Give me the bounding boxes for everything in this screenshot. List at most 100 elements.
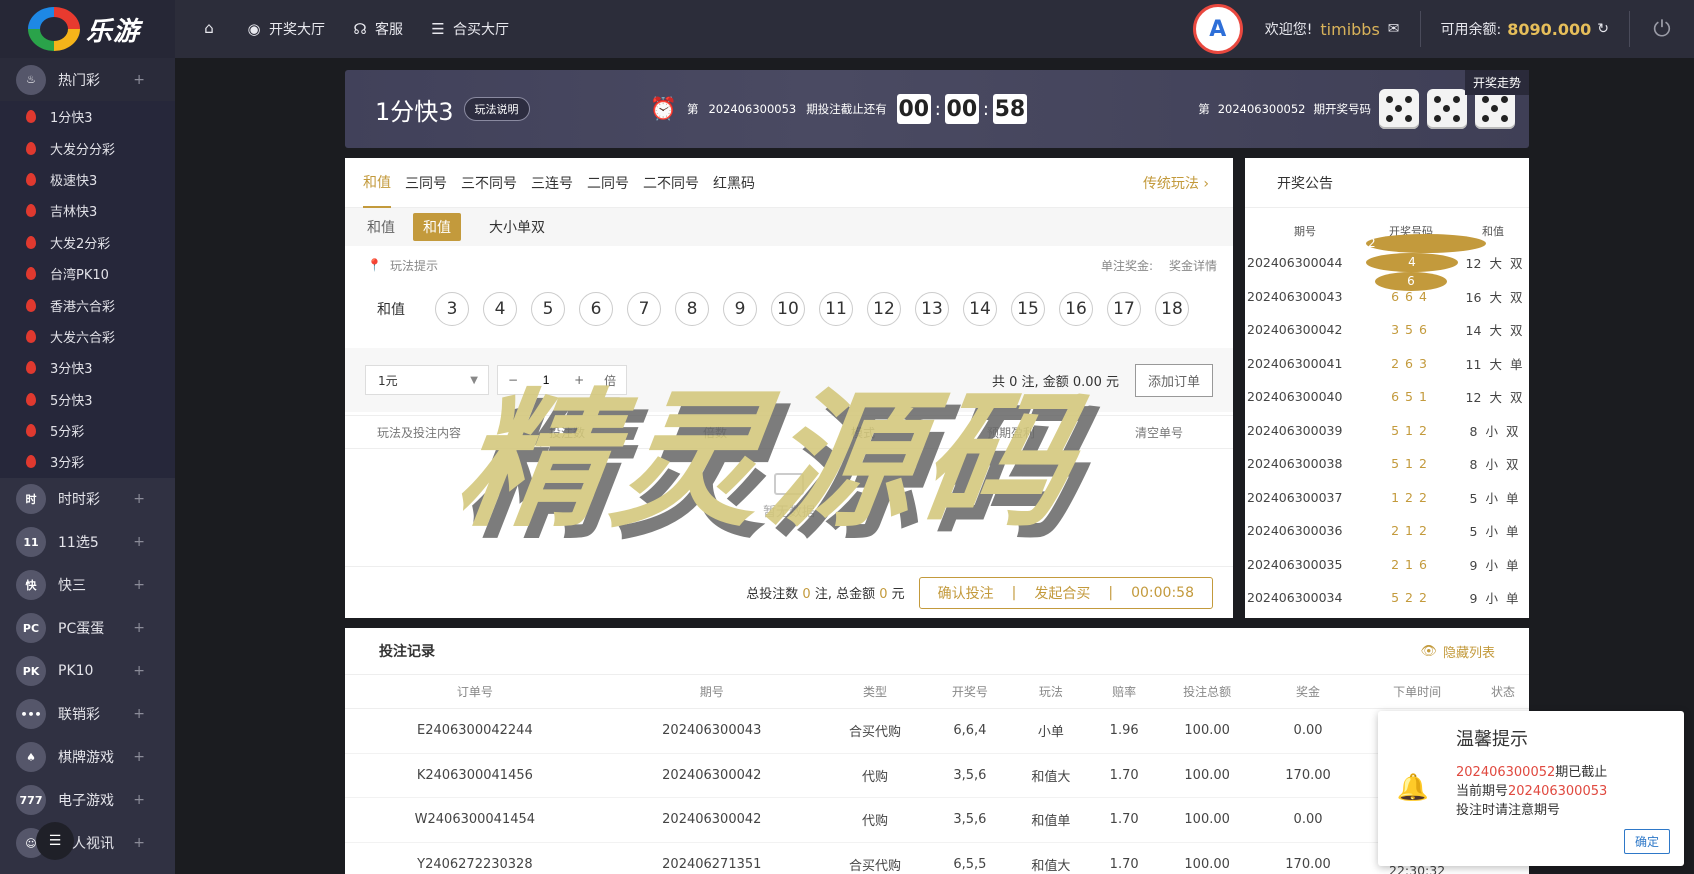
period-prefix: 第 — [1198, 102, 1210, 116]
sidebar-cat-lianxiao[interactable]: ••• 联销彩 + — [0, 693, 175, 736]
sidebar-item[interactable]: 台湾PK10 — [0, 258, 175, 289]
plus-button[interactable]: + — [564, 373, 594, 387]
expand-icon[interactable]: + — [133, 706, 145, 722]
draw-number: 1 — [1405, 556, 1419, 572]
number-ball[interactable]: 14 — [963, 292, 997, 326]
traditional-link[interactable]: 传统玩法 › — [1143, 173, 1209, 193]
sidebar-cat-ssc[interactable]: 时时时彩 + — [0, 478, 175, 521]
prize-detail-link[interactable]: 奖金详情 — [1169, 257, 1217, 274]
number-ball[interactable]: 6 — [579, 292, 613, 326]
trend-button[interactable]: 开奖走势 — [1464, 70, 1529, 95]
logo[interactable]: 乐游 — [0, 0, 175, 58]
sidebar-item[interactable]: 大发分分彩 — [0, 132, 175, 163]
expand-icon[interactable]: + — [133, 835, 145, 851]
number-ball[interactable]: 13 — [915, 292, 949, 326]
draw-sum: 9小单 — [1457, 588, 1529, 607]
balance-value: 8090.000 — [1507, 19, 1592, 39]
sidebar-cat-egame[interactable]: 777 电子游戏 + — [0, 779, 175, 822]
sidebar-cat-hot[interactable]: ♨ 热门彩 + — [0, 58, 175, 101]
period-prefix: 第 — [686, 102, 699, 116]
subtab-big-small[interactable]: 大小单双 — [489, 217, 545, 237]
username[interactable]: timibbs — [1320, 20, 1379, 39]
tab-sum[interactable]: 和值 — [363, 158, 391, 208]
minus-button[interactable]: − — [498, 373, 528, 387]
number-ball[interactable]: 8 — [675, 292, 709, 326]
sidebar-item[interactable]: 3分彩 — [0, 446, 175, 477]
expand-icon[interactable]: + — [133, 72, 145, 88]
multiplier-input[interactable] — [528, 373, 565, 387]
nav-customer-service[interactable]: ☊ 客服 — [351, 19, 403, 39]
confirm-button[interactable]: 确定 — [1623, 829, 1670, 854]
number-ball[interactable]: 4 — [483, 292, 517, 326]
number-ball[interactable]: 11 — [819, 292, 853, 326]
nav-draw-hall[interactable]: ◉ 开奖大厅 — [245, 19, 325, 39]
expand-icon[interactable]: + — [133, 491, 145, 507]
tab-triple[interactable]: 三同号 — [405, 159, 447, 207]
sidebar-item[interactable]: 香港六合彩 — [0, 289, 175, 320]
expand-icon[interactable]: + — [133, 534, 145, 550]
number-ball[interactable]: 17 — [1107, 292, 1141, 326]
subtab-sum[interactable]: 和值 — [413, 213, 461, 241]
number-ball[interactable]: 15 — [1011, 292, 1045, 326]
sidebar-cat-k3[interactable]: 快快三 + — [0, 564, 175, 607]
sidebar-item[interactable]: 3分快3 — [0, 352, 175, 383]
tab-pair[interactable]: 二同号 — [587, 159, 629, 207]
refresh-icon[interactable]: ↻ — [1597, 21, 1609, 37]
add-order-button[interactable]: 添加订单 — [1134, 363, 1213, 397]
sidebar-cat-pc28[interactable]: PC PC蛋蛋 + — [0, 607, 175, 650]
expand-icon[interactable]: + — [133, 749, 145, 765]
sidebar-cat-pk10[interactable]: PK PK10 + — [0, 650, 175, 693]
sidebar-item[interactable]: 大发六合彩 — [0, 321, 175, 352]
table-row[interactable]: Y2406272230328 202406271351 合买代购 6,5,5 和值大 1.… — [345, 842, 1529, 874]
tab-red-black[interactable]: 红黑码 — [713, 159, 755, 207]
draw-number: 5 — [1405, 322, 1419, 338]
sidebar-cat-live[interactable]: ☺ 真人视讯 + — [0, 822, 175, 865]
sidebar-item[interactable]: 吉林快3 — [0, 195, 175, 226]
expand-icon[interactable]: + — [133, 577, 145, 593]
table-row[interactable]: K2406300041456 202406300042 代购 3,5,6 和值大 1.70… — [345, 753, 1529, 798]
toast-line3: 投注时请注意期号 — [1456, 803, 1561, 818]
sidebar-item-label: 香港六合彩 — [50, 299, 116, 315]
table-row[interactable]: E2406300042244 202406300043 合买代购 6,6,4 小单 1.9… — [345, 708, 1529, 754]
expand-icon[interactable]: + — [133, 663, 145, 679]
unit-select[interactable]: 1元 ▼ — [365, 365, 489, 395]
tab-three-diff[interactable]: 三不同号 — [461, 159, 517, 207]
sidebar-item[interactable]: 5分快3 — [0, 384, 175, 415]
sidebar-cat-11x5[interactable]: 11 11选5 + — [0, 521, 175, 564]
hide-list-button[interactable]: 👁 隐藏列表 — [1420, 642, 1495, 661]
sidebar-item[interactable]: 大发2分彩 — [0, 227, 175, 258]
clear-orders-button[interactable]: 清空单号 — [1085, 424, 1233, 441]
mail-icon[interactable]: ✉ — [1388, 21, 1400, 37]
draw-numbers: 356 — [1365, 322, 1457, 337]
tab-two-diff[interactable]: 二不同号 — [643, 159, 699, 207]
sidebar-cat-chess[interactable]: ♠ 棋牌游戏 + — [0, 736, 175, 779]
sidebar-item[interactable]: 5分彩 — [0, 415, 175, 446]
sidebar-item[interactable]: 1分快3 — [0, 101, 175, 132]
pk10-icon: PK — [16, 656, 46, 687]
confirm-group: 确认投注 | 发起合买 | 00:00:58 — [918, 576, 1213, 609]
tab-three-consec[interactable]: 三连号 — [531, 159, 573, 207]
number-ball[interactable]: 9 — [723, 292, 757, 326]
nav-group-buy-hall[interactable]: ☰ 合买大厅 — [429, 19, 509, 39]
play-hint[interactable]: 玩法提示 — [390, 257, 438, 274]
table-row[interactable]: W2406300041454 202406300042 代购 3,5,6 和值单 1.70… — [345, 797, 1529, 843]
confirm-bet-button[interactable]: 确认投注 — [920, 583, 1012, 603]
number-ball[interactable]: 18 — [1155, 292, 1189, 326]
number-ball[interactable]: 5 — [531, 292, 565, 326]
number-ball[interactable]: 7 — [627, 292, 661, 326]
sidebar-item[interactable]: 极速快3 — [0, 164, 175, 195]
home-icon[interactable]: ⌂ — [199, 19, 219, 39]
table-cell: 100.00 — [1155, 753, 1259, 798]
number-ball[interactable]: 12 — [867, 292, 901, 326]
k3-icon: 快 — [16, 570, 46, 601]
group-buy-button[interactable]: 发起合买 — [1016, 583, 1108, 603]
number-ball[interactable]: 16 — [1059, 292, 1093, 326]
rules-button[interactable]: 玩法说明 — [463, 97, 530, 121]
expand-icon[interactable]: + — [133, 620, 145, 636]
number-ball[interactable]: 3 — [435, 292, 469, 326]
power-icon[interactable]: ⏻ — [1630, 17, 1694, 42]
number-ball[interactable]: 10 — [771, 292, 805, 326]
avatar[interactable]: A — [1192, 4, 1243, 54]
menu-toggle-icon[interactable]: ☰ — [36, 822, 74, 860]
expand-icon[interactable]: + — [133, 792, 145, 808]
